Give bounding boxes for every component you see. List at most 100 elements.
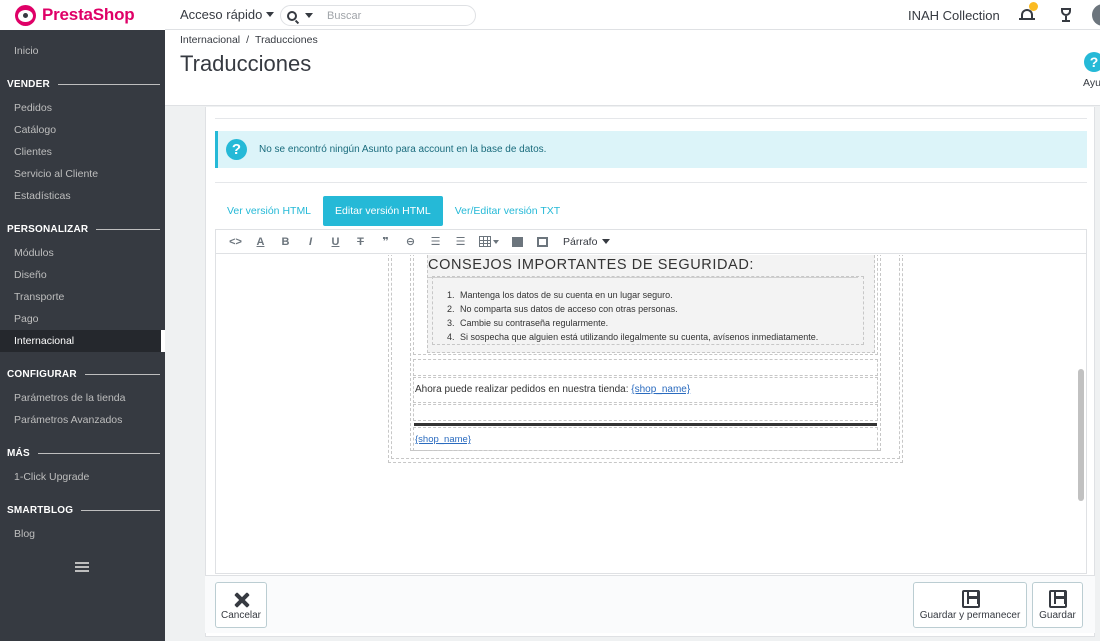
user-avatar[interactable] (1092, 4, 1100, 26)
hamburger-menu-icon[interactable] (75, 562, 89, 572)
cancel-button[interactable]: Cancelar (215, 582, 267, 628)
form-action-bar: Cancelar Guardar y permanecer Guardar (205, 575, 1095, 633)
breadcrumb-separator: / (246, 34, 250, 46)
search-box[interactable] (280, 5, 476, 26)
question-icon: ? (226, 139, 247, 160)
breadcrumb: Internacional / Traducciones (180, 34, 318, 46)
footer-divider (414, 423, 877, 426)
sidebar: Inicio VENDER Pedidos Catálogo Clientes … (0, 30, 165, 641)
help-icon[interactable]: ? (1084, 52, 1100, 72)
notifications-bell-icon[interactable] (1019, 2, 1038, 22)
sidebar-section-vender: VENDER (7, 77, 160, 91)
chevron-down-icon (266, 12, 275, 17)
breadcrumb-item-internacional[interactable]: Internacional (180, 34, 240, 46)
strikethrough-icon[interactable]: T (348, 236, 373, 248)
tab-view-edit-txt[interactable]: Ver/Editar versión TXT (443, 196, 572, 226)
version-tabs: Ver versión HTML Editar versión HTML Ver… (215, 196, 572, 226)
sidebar-item-modulos[interactable]: Módulos (0, 242, 165, 264)
shop-name-link[interactable]: INAH Collection (908, 8, 1000, 23)
chevron-down-icon (602, 239, 611, 244)
sidebar-section-mas: MÁS (7, 446, 160, 460)
save-icon (1049, 590, 1067, 608)
html-editor[interactable]: <> A B I U T ❞ ⊖ ☰ ☰ Párrafo CONSEJOS IM… (215, 229, 1087, 574)
tip-number: 4. (447, 332, 455, 342)
numbered-list-icon[interactable]: ☰ (448, 235, 473, 248)
sidebar-item-1-click-upgrade[interactable]: 1-Click Upgrade (0, 466, 165, 488)
bold-icon[interactable]: B (273, 236, 298, 248)
tip-number: 2. (447, 304, 455, 314)
chevron-down-icon[interactable] (305, 13, 313, 18)
tip-number: 3. (447, 318, 455, 328)
editor-scrollbar[interactable] (1076, 255, 1086, 573)
sidebar-item-servicio-cliente[interactable]: Servicio al Cliente (0, 163, 165, 185)
editor-content[interactable]: CONSEJOS IMPORTANTES DE SEGURIDAD: 1. Ma… (216, 255, 1086, 573)
chevron-down-icon[interactable] (493, 239, 499, 244)
paragraph-format-label: Párrafo (563, 235, 598, 248)
tab-edit-html[interactable]: Editar versión HTML (323, 196, 443, 226)
close-icon (234, 592, 250, 608)
search-input[interactable] (327, 9, 467, 22)
bullet-list-icon[interactable]: ☰ (423, 235, 448, 248)
security-tips-heading: CONSEJOS IMPORTANTES DE SEGURIDAD: (428, 257, 755, 273)
quick-access-dropdown[interactable]: Acceso rápido (180, 7, 275, 22)
quote-icon[interactable]: ❞ (373, 235, 398, 248)
media-icon[interactable] (537, 236, 548, 247)
editor-toolbar: <> A B I U T ❞ ⊖ ☰ ☰ Párrafo (216, 230, 1086, 254)
divider (215, 182, 1087, 183)
spacer-frame (413, 404, 878, 421)
alert-message: No se encontró ningún Asunto para accoun… (259, 144, 547, 155)
trophy-icon[interactable] (1059, 8, 1073, 22)
sidebar-section-personalizar: PERSONALIZAR (7, 222, 160, 236)
sidebar-section-configurar: CONFIGURAR (7, 367, 160, 381)
prestashop-logo-icon (15, 4, 36, 26)
sidebar-item-parametros-avanzados[interactable]: Parámetros Avanzados (0, 409, 165, 431)
footer-frame (413, 427, 878, 451)
sidebar-item-blog[interactable]: Blog (0, 523, 165, 545)
notification-badge (1029, 2, 1038, 11)
sidebar-item-pago[interactable]: Pago (0, 308, 165, 330)
security-tip: No comparta sus datos de acceso con otra… (460, 304, 678, 314)
breadcrumb-item-traducciones: Traducciones (255, 34, 318, 46)
prestashop-logo[interactable]: PrestaShop (0, 0, 165, 30)
save-and-stay-label: Guardar y permanecer (919, 610, 1021, 621)
sidebar-item-catalogo[interactable]: Catálogo (0, 119, 165, 141)
save-label: Guardar (1039, 610, 1076, 621)
sidebar-item-inicio[interactable]: Inicio (0, 40, 165, 62)
top-header: PrestaShop Acceso rápido INAH Collection (0, 0, 1100, 30)
help-label[interactable]: Ayu (1083, 77, 1100, 89)
shop-name-variable[interactable]: {shop_name} (631, 384, 690, 395)
scrollbar-thumb[interactable] (1078, 369, 1084, 501)
tip-number: 1. (447, 290, 455, 300)
security-tip: Si sospecha que alguien está utilizando … (460, 332, 819, 342)
sidebar-item-pedidos[interactable]: Pedidos (0, 97, 165, 119)
sidebar-item-diseno[interactable]: Diseño (0, 264, 165, 286)
search-icon[interactable] (287, 10, 297, 21)
link-icon[interactable]: ⊖ (398, 235, 423, 248)
sidebar-item-clientes[interactable]: Clientes (0, 141, 165, 163)
security-tip: Cambie su contraseña regularmente. (460, 318, 609, 328)
cancel-label: Cancelar (220, 610, 262, 621)
text-color-icon[interactable]: A (248, 236, 273, 248)
sidebar-item-parametros-tienda[interactable]: Parámetros de la tienda (0, 387, 165, 409)
footer-shop-name-variable[interactable]: {shop_name} (415, 434, 471, 445)
sidebar-item-internacional[interactable]: Internacional (0, 330, 165, 352)
paragraph-format-dropdown[interactable]: Párrafo (563, 235, 611, 248)
tab-view-html[interactable]: Ver versión HTML (215, 196, 323, 226)
save-button[interactable]: Guardar (1032, 582, 1083, 628)
info-alert: ? No se encontró ningún Asunto para acco… (215, 131, 1087, 168)
orders-message: Ahora puede realizar pedidos en nuestra … (415, 384, 629, 395)
page-header: Internacional / Traducciones Traducciones … (165, 30, 1100, 106)
sidebar-item-transporte[interactable]: Transporte (0, 286, 165, 308)
orders-text: Ahora puede realizar pedidos en nuestra … (415, 384, 690, 395)
save-and-stay-button[interactable]: Guardar y permanecer (913, 582, 1027, 628)
sidebar-item-estadisticas[interactable]: Estadísticas (0, 185, 165, 207)
sidebar-section-smartblog: SMARTBLOG (7, 503, 160, 517)
image-icon[interactable] (512, 236, 523, 247)
security-tip: Mantenga los datos de su cuenta en un lu… (460, 290, 673, 300)
code-icon[interactable]: <> (223, 236, 248, 248)
italic-icon[interactable]: I (298, 236, 323, 248)
underline-icon[interactable]: U (323, 236, 348, 248)
divider (215, 118, 1087, 119)
table-icon[interactable] (479, 236, 491, 247)
heading-underline (428, 277, 858, 278)
